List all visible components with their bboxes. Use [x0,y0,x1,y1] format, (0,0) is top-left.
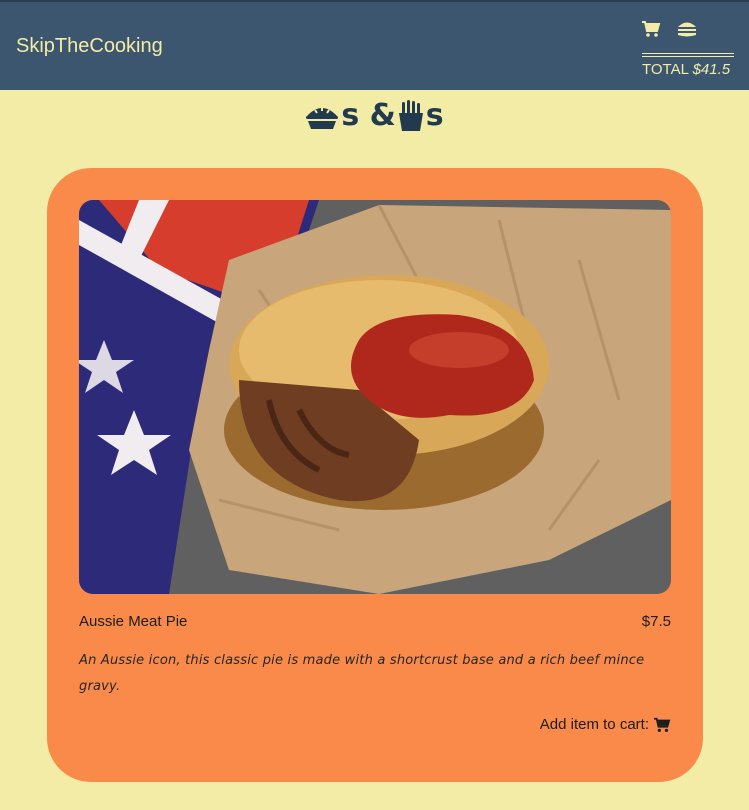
item-description: An Aussie icon, this classic pie is made… [79,653,645,694]
total-amount: $41.5 [692,61,731,78]
item-photo [79,200,671,594]
fries-icon [398,99,423,131]
brand-logo[interactable]: SkipTheCooking [16,35,163,58]
add-to-cart-button[interactable]: Add item to cart: [540,716,671,733]
title-separator: s & [341,98,396,133]
menu-item-card: Aussie Meat Pie $7.5 An Aussie icon, thi… [47,168,703,782]
cart-total: TOTAL $41.5 [642,61,730,78]
meat-pie-image [79,200,671,594]
item-price: $7.5 [641,613,671,630]
total-divider [642,53,734,57]
cart-icon[interactable] [641,20,661,38]
title-suffix: s [425,98,444,133]
burger-icon[interactable] [676,19,698,39]
add-to-cart-label: Add item to cart: [539,716,649,733]
cart-icon [654,717,671,732]
app-header: SkipTheCooking TOTAL $41.5 [0,0,749,90]
pie-icon [306,106,339,129]
page-title: s & s [0,98,749,133]
total-label: TOTAL [642,61,689,78]
item-name: Aussie Meat Pie [79,613,188,630]
